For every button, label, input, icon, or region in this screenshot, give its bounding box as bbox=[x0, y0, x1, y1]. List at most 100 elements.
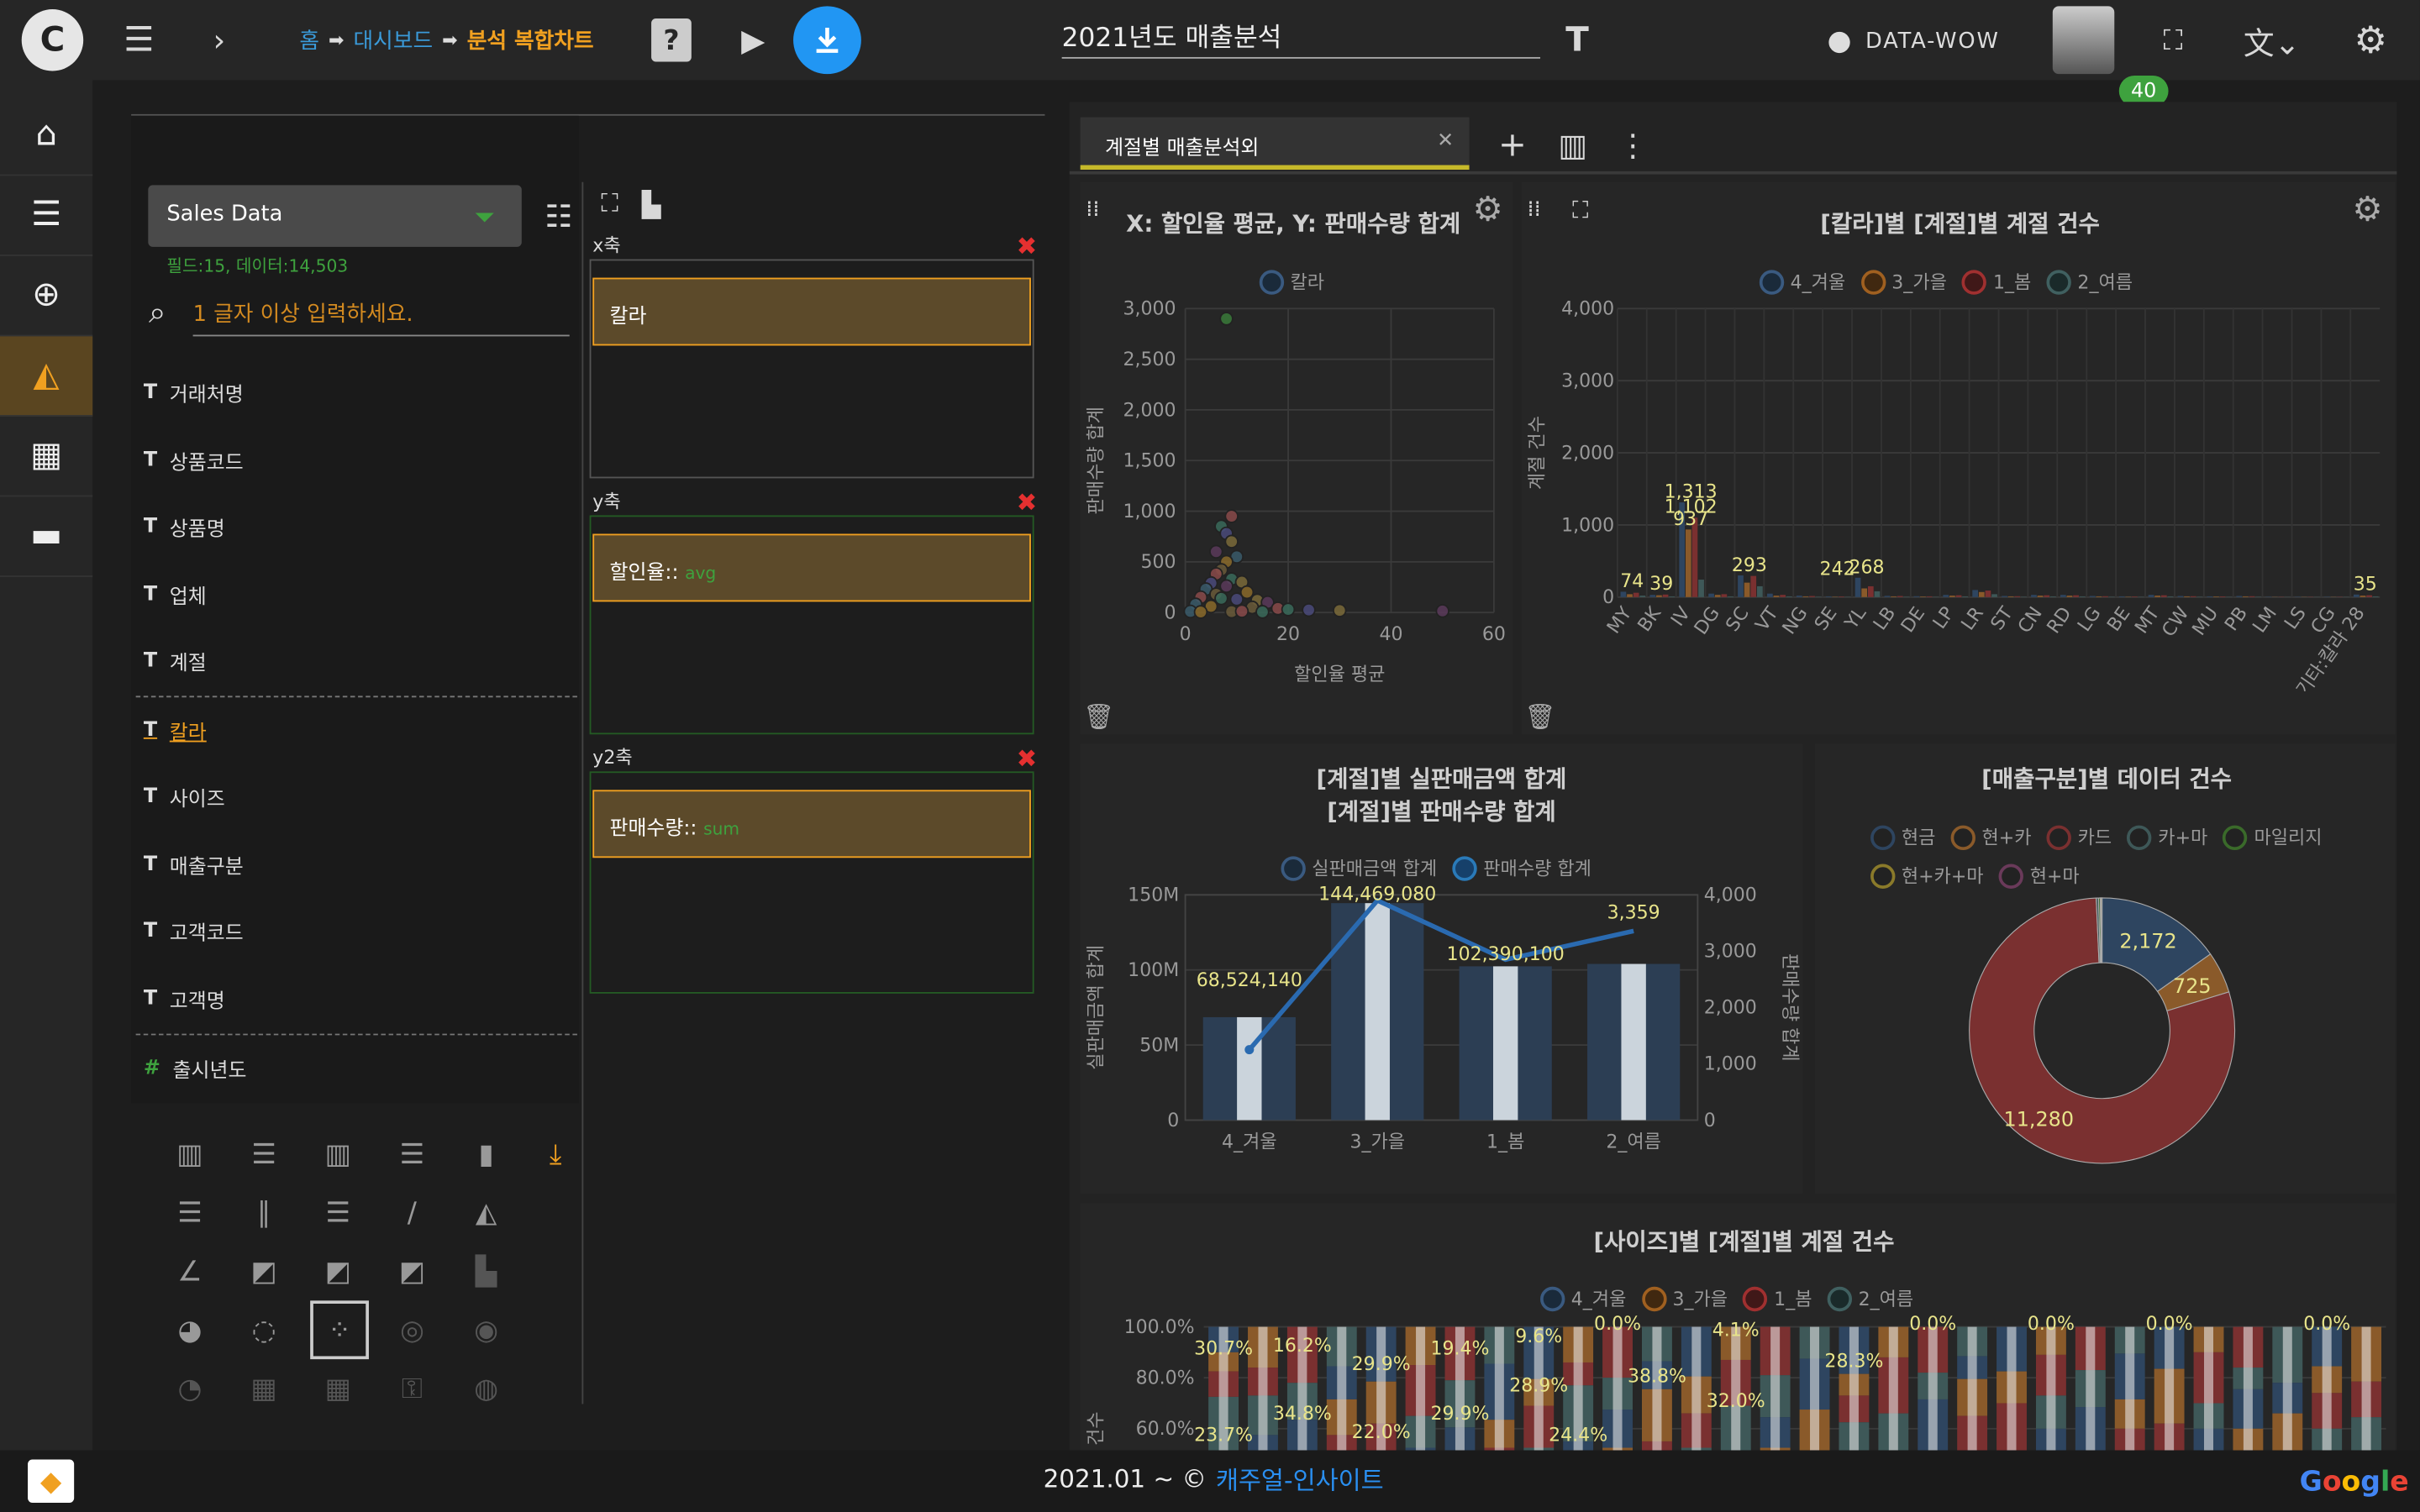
chart-settings-icon[interactable]: ⚙ bbox=[2349, 191, 2386, 229]
chart-settings-icon[interactable]: ⚙ bbox=[1470, 191, 1507, 229]
clear-x-axis-icon[interactable]: ✖ bbox=[1017, 232, 1038, 261]
nav-movie-icon[interactable]: ▬ bbox=[0, 496, 93, 577]
data-label: 30.7% bbox=[1194, 1339, 1253, 1360]
y-tick-label: 60.0% bbox=[1136, 1419, 1195, 1440]
clear-y2-axis-icon[interactable]: ✖ bbox=[1017, 743, 1038, 773]
scatter-chart-svg: 0 500 1,000 1,500 2,000 2,500 3,000 0 20 40 60 할인율 … bbox=[1086, 299, 1506, 685]
stacked-area-icon[interactable]: ◩ bbox=[392, 1252, 433, 1289]
percent-bar-icon[interactable]: ☰ bbox=[318, 1194, 358, 1231]
vertical-stacked-icon[interactable]: ∥ bbox=[244, 1194, 284, 1231]
area-chart-icon[interactable]: ◭ bbox=[466, 1194, 507, 1231]
y2-axis-chip[interactable]: 판매수량:: sum bbox=[592, 790, 1031, 858]
x-axis-label: x축 ✖ bbox=[592, 231, 1038, 261]
bar-chart-icon[interactable]: ▥ bbox=[170, 1136, 210, 1173]
help-icon[interactable]: ? bbox=[651, 18, 692, 62]
pie-chart-icon[interactable]: ◕ bbox=[170, 1311, 210, 1348]
nav-dashboard-icon[interactable]: ▦ bbox=[0, 417, 93, 497]
bar-highlight bbox=[1731, 1326, 1741, 1451]
breadcrumb-home[interactable]: 홈 bbox=[299, 24, 319, 55]
field-item[interactable]: T 사이즈 bbox=[144, 782, 225, 811]
field-search-input[interactable] bbox=[192, 292, 570, 337]
field-item[interactable]: T 상품코드 bbox=[144, 446, 244, 475]
breadcrumb-dashboard[interactable]: 대시보드 bbox=[354, 24, 434, 55]
fullscreen-icon[interactable]: ⛶ bbox=[2154, 22, 2191, 59]
donut-chart-icon[interactable]: ◌ bbox=[244, 1311, 284, 1348]
field-item[interactable]: T 계절 bbox=[144, 647, 207, 675]
y-tick-label: 3,000 bbox=[1561, 371, 1614, 392]
translate-icon[interactable]: 文⌄ bbox=[2241, 18, 2302, 61]
donut-chart-svg: 2,172 725 11,280 bbox=[1969, 897, 2236, 1164]
nav-home-icon[interactable]: ⌂ bbox=[0, 96, 93, 176]
data-label: 24.4% bbox=[1549, 1425, 1607, 1446]
field-item-numeric[interactable]: # 출시년도 bbox=[144, 1053, 247, 1083]
datasource-select[interactable]: Sales Data bbox=[148, 185, 522, 247]
bar bbox=[1728, 596, 1733, 597]
column-chart-icon[interactable]: ▮ bbox=[466, 1136, 507, 1173]
stacked-bar-icon[interactable]: ☰ bbox=[170, 1194, 210, 1231]
line-chart-icon[interactable]: ∕ bbox=[392, 1194, 433, 1231]
download-button[interactable] bbox=[793, 6, 861, 75]
grouped-bar-icon[interactable]: ▥ bbox=[318, 1136, 358, 1173]
line-area-icon[interactable]: ∠ bbox=[170, 1252, 210, 1289]
brand-link[interactable]: 캐주얼-인사이트 bbox=[1216, 1460, 1384, 1497]
clear-y-axis-icon[interactable]: ✖ bbox=[1017, 487, 1038, 517]
delete-chart-icon[interactable]: 🗑 bbox=[1524, 699, 1555, 732]
combo-chart-svg: 0 50M 100M 150M 0 1,000 2,000 3,000 4,000 실판매금액 합… bbox=[1086, 885, 1800, 1153]
field-item[interactable]: T 고객명 bbox=[143, 984, 225, 1013]
more-vert-icon[interactable]: ⋮ bbox=[1618, 127, 1649, 164]
y-axis-title: 실판매금액 합계 bbox=[1086, 945, 1107, 1070]
close-tab-icon[interactable]: ✕ bbox=[1437, 129, 1454, 153]
field-item[interactable]: T 매출구분 bbox=[144, 850, 244, 879]
field-item[interactable]: T 업체 bbox=[144, 580, 207, 609]
text-type-icon: T bbox=[143, 785, 158, 809]
scatter-point bbox=[1219, 312, 1234, 326]
nav-chart-icon[interactable]: ◭ bbox=[0, 336, 93, 417]
expand-axis-icon[interactable]: ⛶ bbox=[594, 188, 625, 219]
area-box-icon[interactable]: ◩ bbox=[244, 1252, 284, 1289]
app-logo[interactable]: C bbox=[21, 9, 84, 71]
file-icon[interactable]: ▙ bbox=[636, 188, 667, 219]
x-axis-chip[interactable]: 칼라 bbox=[592, 277, 1031, 346]
avatar[interactable] bbox=[2052, 6, 2115, 75]
scatter-point bbox=[1209, 544, 1223, 559]
bar bbox=[1825, 596, 1832, 597]
text-type-icon: T bbox=[143, 987, 158, 1011]
bar-highlight bbox=[2125, 1326, 2135, 1451]
expand-chart-icon[interactable]: ⛶ bbox=[1565, 194, 1596, 225]
hamburger-menu-icon[interactable]: ☰ bbox=[118, 21, 160, 60]
database-edit-icon[interactable]: ☷ bbox=[540, 197, 577, 234]
nav-database-add-icon[interactable]: ⊕ bbox=[0, 256, 93, 337]
data-label: 34.8% bbox=[1273, 1404, 1332, 1425]
area-fill-icon[interactable]: ◩ bbox=[318, 1252, 358, 1289]
bar bbox=[2044, 595, 2050, 597]
tab-analysis[interactable]: 계절별 매출분석외 ✕ bbox=[1080, 117, 1470, 171]
chevron-right-icon[interactable]: › bbox=[201, 22, 238, 59]
add-tab-icon[interactable]: + bbox=[1494, 126, 1531, 165]
dashboard-title-input[interactable] bbox=[1061, 12, 1541, 59]
slideshow-icon[interactable]: ▶ bbox=[732, 18, 775, 61]
sort-down-icon[interactable]: ⤓ bbox=[535, 1136, 576, 1173]
nav-database-icon[interactable]: ☰ bbox=[0, 176, 93, 256]
text-format-icon[interactable]: T bbox=[1559, 18, 1596, 61]
google-play-logo[interactable]: Google bbox=[2300, 1466, 2409, 1499]
horizontal-bar-icon[interactable]: ☰ bbox=[244, 1136, 284, 1173]
y-axis-chip[interactable]: 할인율:: avg bbox=[592, 533, 1031, 602]
settings-gear-icon[interactable]: ⚙ bbox=[2349, 18, 2391, 61]
field-item[interactable]: T 고객코드 bbox=[144, 916, 244, 946]
bar bbox=[2360, 596, 2366, 597]
bar bbox=[1721, 594, 1728, 597]
field-item[interactable]: T 거래처명 bbox=[144, 378, 244, 407]
drag-handle-icon[interactable]: ⁞⁞ bbox=[1081, 194, 1105, 225]
field-item-selected[interactable]: T 칼라 bbox=[144, 716, 207, 745]
drag-handle-icon[interactable]: ⁞⁞ bbox=[1522, 194, 1546, 225]
apple-store-icon[interactable]: ◆ bbox=[28, 1459, 75, 1503]
scatter-chart-icon[interactable]: ⁘ bbox=[310, 1300, 369, 1360]
stacked-horizontal-icon[interactable]: ☰ bbox=[392, 1136, 433, 1173]
bar-chart-add-icon[interactable]: ▥ bbox=[1553, 127, 1593, 164]
delete-chart-icon[interactable]: 🗑 bbox=[1083, 699, 1114, 732]
field-item[interactable]: T 상품명 bbox=[144, 512, 225, 541]
percent-chart-title: [사이즈]별 [계절]별 계절 건수 bbox=[1593, 1228, 1895, 1257]
y2-tick-label: 3,000 bbox=[1704, 942, 1757, 963]
user-menu[interactable]: ● DATA-WOW bbox=[1828, 24, 2000, 57]
bar bbox=[1897, 596, 1903, 597]
